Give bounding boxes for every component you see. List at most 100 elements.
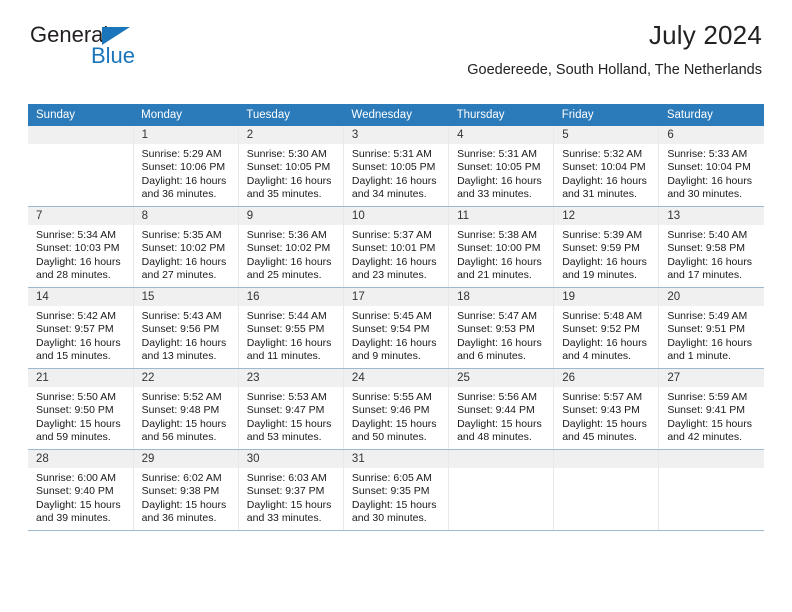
sunrise-text: Sunrise: 5:29 AM <box>141 148 222 160</box>
calendar-day-cell[interactable]: 10 Sunrise: 5:37 AM Sunset: 10:01 PM Daylig… <box>343 206 450 288</box>
daylight-text-line1: Daylight: 15 hours <box>141 417 227 430</box>
daylight-text-line1: Daylight: 16 hours <box>562 174 647 187</box>
day-details: Sunrise: 5:40 AM Sunset: 9:58 PM Daylight:… <box>659 225 764 283</box>
calendar-day-cell[interactable]: 3 Sunrise: 5:31 AM Sunset: 10:05 PM Dayligh… <box>343 126 450 207</box>
sunrise-text: Sunrise: 5:44 AM <box>246 310 327 322</box>
calendar-week-row: 1 Sunrise: 5:29 AM Sunset: 10:06 PM Dayligh… <box>28 126 764 207</box>
calendar-day-cell-empty <box>448 449 555 531</box>
calendar-day-cell[interactable]: 7 Sunrise: 5:34 AM Sunset: 10:03 PM Dayligh… <box>28 206 134 288</box>
calendar-day-cell[interactable]: 2 Sunrise: 5:30 AM Sunset: 10:05 PM Dayligh… <box>238 126 344 207</box>
weekday-header-row: Sunday Monday Tuesday Wednesday Thursday… <box>28 104 764 126</box>
calendar-day-cell[interactable]: 20 Sunrise: 5:49 AM Sunset: 9:51 PM Dayligh… <box>658 287 764 369</box>
sunset-text: Sunset: 9:54 PM <box>351 323 430 336</box>
daylight-text-line1: Daylight: 16 hours <box>667 336 752 349</box>
day-details: Sunrise: 5:35 AM Sunset: 10:02 PM Daylight… <box>134 225 238 283</box>
calendar-day-cell[interactable]: 12 Sunrise: 5:39 AM Sunset: 9:59 PM Dayligh… <box>553 206 660 288</box>
daylight-text-line1: Daylight: 16 hours <box>351 255 437 268</box>
daylight-text-line1: Daylight: 16 hours <box>351 336 437 349</box>
calendar-day-cell[interactable]: 23 Sunrise: 5:53 AM Sunset: 9:47 PM Dayligh… <box>238 368 344 450</box>
sunrise-text: Sunrise: 5:49 AM <box>667 310 748 322</box>
calendar-day-cell[interactable]: 5 Sunrise: 5:32 AM Sunset: 10:04 PM Dayligh… <box>553 126 660 207</box>
day-number: 14 <box>28 288 133 306</box>
daylight-text-line2: and 31 minutes. <box>562 188 637 201</box>
calendar-day-cell[interactable]: 17 Sunrise: 5:45 AM Sunset: 9:54 PM Dayligh… <box>343 287 450 369</box>
calendar-day-cell[interactable]: 13 Sunrise: 5:40 AM Sunset: 9:58 PM Dayligh… <box>658 206 764 288</box>
day-details: Sunrise: 5:55 AM Sunset: 9:46 PM Daylight:… <box>344 387 448 445</box>
daylight-text-line2: and 56 minutes. <box>141 431 217 444</box>
day-details: Sunrise: 5:53 AM Sunset: 9:47 PM Daylight:… <box>239 387 343 445</box>
calendar-day-cell[interactable]: 11 Sunrise: 5:38 AM Sunset: 10:00 PM Daylig… <box>448 206 555 288</box>
calendar-day-cell[interactable]: 29 Sunrise: 6:02 AM Sunset: 9:38 PM Dayligh… <box>133 449 239 531</box>
calendar-day-cell[interactable]: 6 Sunrise: 5:33 AM Sunset: 10:04 PM Dayligh… <box>658 126 764 207</box>
calendar-day-cell[interactable]: 14 Sunrise: 5:42 AM Sunset: 9:57 PM Dayligh… <box>28 287 134 369</box>
sunrise-text: Sunrise: 6:03 AM <box>246 472 327 484</box>
day-number: 23 <box>238 369 343 387</box>
daylight-text-line1: Daylight: 15 hours <box>36 498 121 511</box>
day-number: 11 <box>449 207 554 225</box>
calendar-day-cell[interactable]: 26 Sunrise: 5:57 AM Sunset: 9:43 PM Dayligh… <box>553 368 660 450</box>
sunrise-text: Sunrise: 5:50 AM <box>36 391 116 403</box>
page-subtitle-location: Goedereede, South Holland, The Netherlan… <box>467 62 762 78</box>
day-details: Sunrise: 5:30 AM Sunset: 10:05 PM Daylight… <box>239 144 343 202</box>
weekday-header-friday: Friday <box>553 104 659 126</box>
daylight-text-line1: Daylight: 16 hours <box>36 336 121 349</box>
sunrise-text: Sunrise: 5:57 AM <box>562 391 643 403</box>
day-details: Sunrise: 5:31 AM Sunset: 10:05 PM Daylight… <box>449 144 553 202</box>
sunset-text: Sunset: 9:59 PM <box>562 242 640 255</box>
daylight-text-line1: Daylight: 15 hours <box>667 417 752 430</box>
calendar-day-cell[interactable]: 1 Sunrise: 5:29 AM Sunset: 10:06 PM Dayligh… <box>133 126 239 207</box>
day-number: 21 <box>28 369 133 387</box>
day-number: 15 <box>133 288 238 306</box>
day-number: 30 <box>238 450 343 468</box>
sunset-text: Sunset: 9:40 PM <box>36 485 114 498</box>
calendar-day-cell[interactable]: 9 Sunrise: 5:36 AM Sunset: 10:02 PM Dayligh… <box>238 206 344 288</box>
day-number: 16 <box>238 288 343 306</box>
day-number: 24 <box>343 369 449 387</box>
sunset-text: Sunset: 9:41 PM <box>667 404 745 417</box>
day-number: 1 <box>133 126 238 144</box>
day-details: Sunrise: 6:00 AM Sunset: 9:40 PM Daylight:… <box>28 468 133 526</box>
sunset-text: Sunset: 9:38 PM <box>141 485 220 498</box>
calendar-day-cell[interactable]: 18 Sunrise: 5:47 AM Sunset: 9:53 PM Dayligh… <box>448 287 555 369</box>
page-title: July 2024 <box>648 20 762 50</box>
calendar-day-cell[interactable]: 19 Sunrise: 5:48 AM Sunset: 9:52 PM Dayligh… <box>553 287 660 369</box>
sunset-text: Sunset: 9:43 PM <box>562 404 640 417</box>
sunset-text: Sunset: 9:46 PM <box>351 404 430 417</box>
day-number: 22 <box>133 369 238 387</box>
daylight-text-line1: Daylight: 16 hours <box>457 255 542 268</box>
day-number <box>28 126 133 144</box>
sunrise-text: Sunrise: 5:30 AM <box>246 148 327 160</box>
calendar-day-cell[interactable]: 16 Sunrise: 5:44 AM Sunset: 9:55 PM Dayligh… <box>238 287 344 369</box>
calendar-day-cell[interactable]: 21 Sunrise: 5:50 AM Sunset: 9:50 PM Dayligh… <box>28 368 134 450</box>
calendar-day-cell[interactable]: 25 Sunrise: 5:56 AM Sunset: 9:44 PM Dayligh… <box>448 368 555 450</box>
sunrise-text: Sunrise: 5:36 AM <box>246 229 327 241</box>
daylight-text-line1: Daylight: 15 hours <box>351 417 437 430</box>
day-details: Sunrise: 5:36 AM Sunset: 10:02 PM Daylight… <box>239 225 343 283</box>
daylight-text-line2: and 1 minute. <box>667 350 731 363</box>
daylight-text-line2: and 59 minutes. <box>36 431 111 444</box>
sunrise-text: Sunrise: 5:52 AM <box>141 391 222 403</box>
calendar-day-cell[interactable]: 8 Sunrise: 5:35 AM Sunset: 10:02 PM Dayligh… <box>133 206 239 288</box>
calendar-day-cell[interactable]: 22 Sunrise: 5:52 AM Sunset: 9:48 PM Dayligh… <box>133 368 239 450</box>
day-number: 13 <box>659 207 764 225</box>
calendar-day-cell[interactable]: 31 Sunrise: 6:05 AM Sunset: 9:35 PM Dayligh… <box>343 449 450 531</box>
calendar-day-cell[interactable]: 30 Sunrise: 6:03 AM Sunset: 9:37 PM Dayligh… <box>238 449 344 531</box>
calendar-day-cell-empty <box>28 126 134 207</box>
calendar-day-cell[interactable]: 27 Sunrise: 5:59 AM Sunset: 9:41 PM Dayligh… <box>658 368 764 450</box>
calendar-day-cell[interactable]: 28 Sunrise: 6:00 AM Sunset: 9:40 PM Dayligh… <box>28 449 134 531</box>
calendar-body: 1 Sunrise: 5:29 AM Sunset: 10:06 PM Dayligh… <box>28 126 764 531</box>
calendar-day-cell[interactable]: 4 Sunrise: 5:31 AM Sunset: 10:05 PM Dayligh… <box>448 126 555 207</box>
calendar-day-cell[interactable]: 15 Sunrise: 5:43 AM Sunset: 9:56 PM Dayligh… <box>133 287 239 369</box>
sunset-text: Sunset: 10:05 PM <box>246 161 331 174</box>
daylight-text-line1: Daylight: 16 hours <box>246 174 332 187</box>
day-details: Sunrise: 5:50 AM Sunset: 9:50 PM Daylight:… <box>28 387 133 445</box>
calendar-day-cell[interactable]: 24 Sunrise: 5:55 AM Sunset: 9:46 PM Dayligh… <box>343 368 450 450</box>
sunset-text: Sunset: 10:04 PM <box>667 161 751 174</box>
day-details: Sunrise: 5:59 AM Sunset: 9:41 PM Daylight:… <box>659 387 764 445</box>
sunrise-text: Sunrise: 5:59 AM <box>667 391 748 403</box>
daylight-text-line1: Daylight: 16 hours <box>457 336 542 349</box>
sunrise-text: Sunrise: 5:38 AM <box>457 229 538 241</box>
daylight-text-line1: Daylight: 15 hours <box>246 498 332 511</box>
sunset-text: Sunset: 10:05 PM <box>457 161 541 174</box>
sunset-text: Sunset: 9:48 PM <box>141 404 220 417</box>
